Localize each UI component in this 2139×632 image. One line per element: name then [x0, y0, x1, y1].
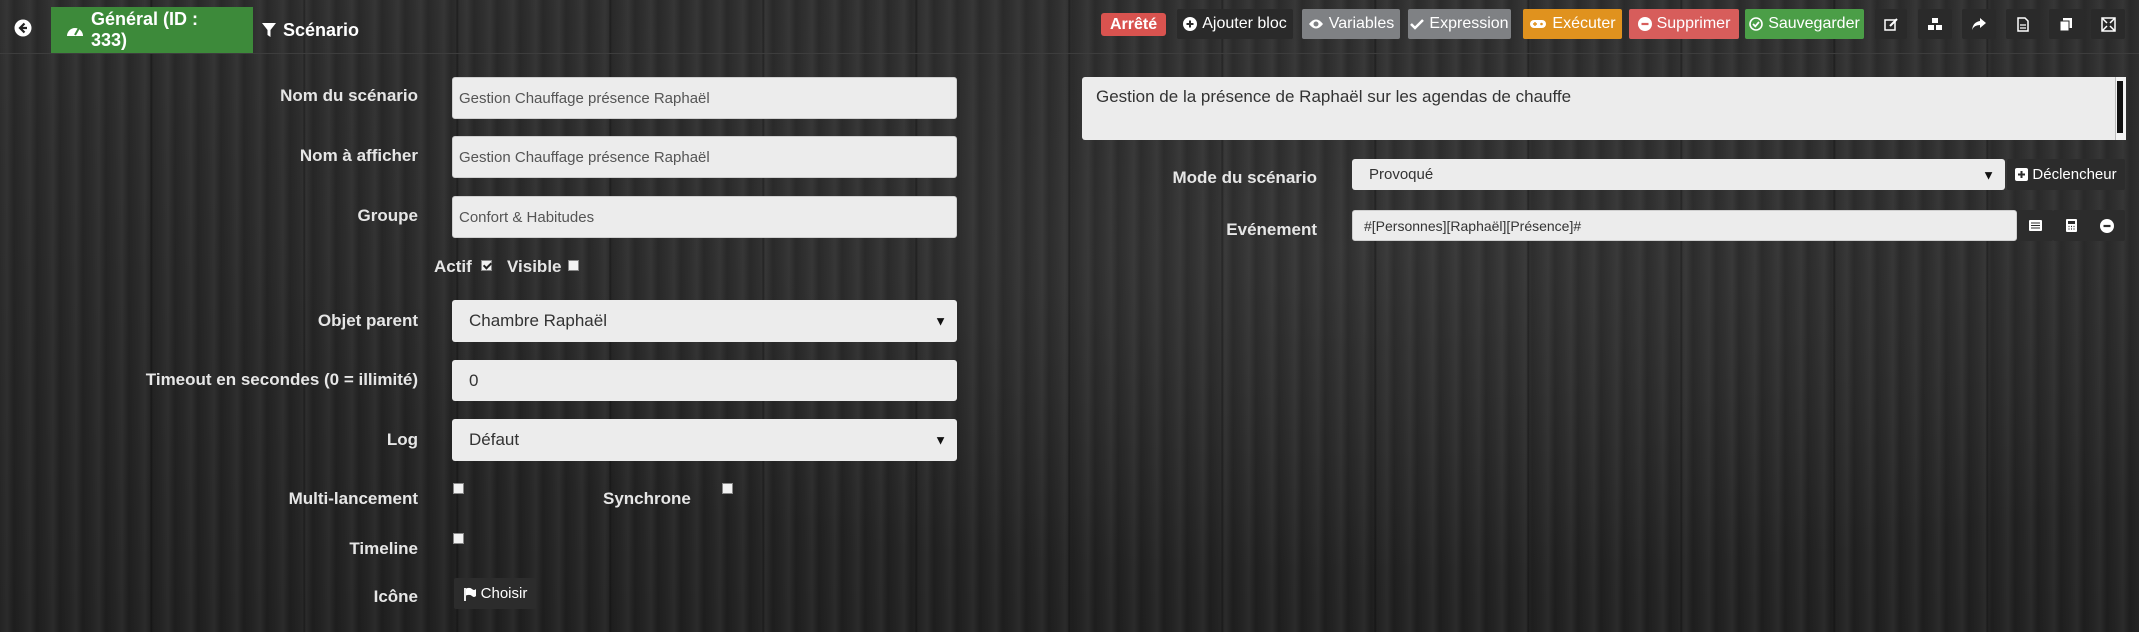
timeout-value: 0	[469, 370, 479, 390]
caret-down-icon: ▼	[934, 313, 947, 329]
fullscreen-button[interactable]	[2091, 9, 2125, 39]
filter-icon	[262, 23, 276, 37]
expression-label: Expression	[1429, 15, 1509, 32]
arrow-left-circle-icon	[14, 19, 32, 37]
log-value: Défaut	[469, 430, 520, 449]
multi-launch-label: Multi-lancement	[288, 489, 418, 508]
display-name-label: Nom à afficher	[299, 146, 418, 165]
variables-label: Variables	[1328, 15, 1395, 32]
file-button[interactable]	[2006, 9, 2040, 39]
top-toolbar: Général (ID : 333) Scénario Arrêté Ajout…	[0, 0, 2139, 54]
execute-label: Exécuter	[1552, 15, 1616, 32]
delete-label: Supprimer	[1656, 15, 1731, 32]
synchronous-checkbox[interactable]	[722, 483, 733, 494]
check-icon	[1410, 19, 1425, 30]
save-button[interactable]: Sauvegarder	[1745, 9, 1864, 39]
delete-button[interactable]: Supprimer	[1629, 9, 1739, 39]
status-badge: Arrêté	[1101, 13, 1167, 36]
active-label: Actif	[434, 257, 472, 276]
choose-icon-button[interactable]: Choisir	[454, 578, 536, 609]
edit-icon	[1883, 17, 1898, 31]
plus-circle-icon	[1183, 17, 1198, 31]
multi-launch-checkbox[interactable]	[453, 483, 464, 494]
tab-general-label: Général (ID : 333)	[91, 9, 199, 50]
visible-label: Visible	[507, 257, 562, 276]
add-trigger-button[interactable]: Déclencheur	[2007, 159, 2125, 190]
variables-button[interactable]: Variables	[1302, 9, 1400, 39]
back-button[interactable]	[12, 17, 34, 39]
active-checkbox[interactable]	[481, 260, 492, 271]
tab-scenario[interactable]: Scénario	[247, 7, 373, 53]
event-calculator-button[interactable]	[2053, 210, 2089, 241]
expression-button[interactable]: Expression	[1408, 9, 1511, 39]
group-label: Groupe	[357, 206, 418, 225]
compress-icon	[2100, 16, 2116, 32]
description-textarea[interactable]: Gestion de la présence de Raphaël sur le…	[1082, 77, 2126, 140]
copy-icon	[2059, 17, 2072, 31]
add-block-button[interactable]: Ajouter bloc	[1177, 9, 1293, 39]
scenario-name-label: Nom du scénario	[280, 86, 418, 105]
cubes-button[interactable]	[1918, 9, 1952, 39]
group-input[interactable]: Confort & Habitudes	[452, 196, 957, 238]
scrollbar-thumb[interactable]	[2117, 81, 2123, 133]
description-scrollbar[interactable]	[2115, 77, 2126, 140]
save-label: Sauvegarder	[1768, 15, 1860, 32]
event-input[interactable]: #[Personnes][Raphaël][Présence]#	[1352, 210, 2017, 241]
scenario-name-input[interactable]: Gestion Chauffage présence Raphaël	[452, 77, 957, 119]
file-icon	[2017, 16, 2029, 32]
minus-circle-icon	[1637, 17, 1652, 31]
caret-down-icon: ▼	[1982, 167, 1995, 182]
calculator-icon	[2065, 219, 2077, 232]
choose-icon-label: Choisir	[480, 585, 528, 602]
parent-object-value: Chambre Raphaël	[469, 311, 607, 330]
synchronous-label: Synchrone	[603, 489, 691, 508]
toolbar-divider	[0, 53, 2139, 54]
add-trigger-label: Déclencheur	[2032, 166, 2117, 183]
display-name-input[interactable]: Gestion Chauffage présence Raphaël	[452, 136, 957, 178]
parent-object-label: Objet parent	[317, 311, 418, 330]
tab-general[interactable]: Général (ID : 333)	[51, 7, 253, 53]
plus-square-icon	[2015, 168, 2029, 181]
execute-button[interactable]: Exécuter	[1523, 9, 1622, 39]
icon-label: Icône	[373, 587, 418, 606]
event-remove-button[interactable]	[2089, 210, 2125, 241]
cubes-icon	[1928, 18, 1942, 30]
list-icon	[2028, 220, 2042, 231]
parent-object-select[interactable]: Chambre Raphaël ▼	[452, 300, 957, 342]
timeout-label: Timeout en secondes (0 = illimité)	[145, 370, 418, 389]
edit-button[interactable]	[1875, 9, 1907, 39]
caret-down-icon: ▼	[934, 432, 947, 448]
scenario-mode-label: Mode du scénario	[1172, 168, 1317, 187]
share-button[interactable]	[1962, 9, 1996, 39]
timeline-checkbox[interactable]	[453, 533, 464, 544]
scenario-mode-value: Provoqué	[1369, 166, 1434, 183]
event-label: Evénement	[1226, 220, 1317, 239]
gamepad-icon	[1530, 20, 1547, 28]
scenario-mode-select[interactable]: Provoqué ▼	[1352, 159, 2005, 190]
share-icon	[1972, 18, 1986, 30]
copy-button[interactable]	[2049, 9, 2083, 39]
log-select[interactable]: Défaut ▼	[452, 419, 957, 461]
tachometer-icon	[67, 27, 83, 36]
eye-icon	[1308, 19, 1323, 29]
tab-scenario-label: Scénario	[283, 19, 360, 40]
add-block-label: Ajouter bloc	[1202, 15, 1287, 32]
timeout-input[interactable]: 0	[452, 360, 957, 401]
check-circle-icon	[1749, 17, 1763, 31]
visible-checkbox[interactable]	[568, 260, 579, 271]
minus-circle-icon	[2100, 218, 2114, 233]
log-label: Log	[386, 430, 418, 449]
event-list-button[interactable]	[2017, 210, 2053, 241]
timeline-label: Timeline	[349, 539, 418, 558]
description-text: Gestion de la présence de Raphaël sur le…	[1096, 87, 1572, 106]
flag-icon	[463, 587, 476, 601]
